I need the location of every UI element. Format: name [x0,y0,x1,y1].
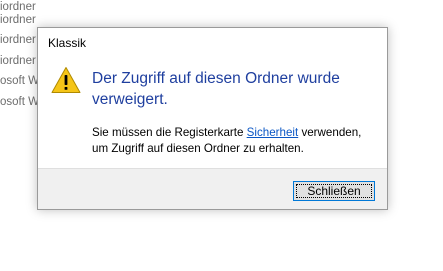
dialog-content: Der Zugriff auf diesen Ordner wurde verw… [38,58,387,168]
main-instruction: Der Zugriff auf diesen Ordner wurde verw… [92,70,340,108]
warning-icon [51,67,81,93]
detail-text-before-link: Sie müssen die Registerkarte [92,126,247,139]
close-button-label: Schließen [307,184,361,198]
dialog-titlebar[interactable]: Klassik [38,28,387,58]
security-tab-link[interactable]: Sicherheit [247,126,299,139]
detail-text: Sie müssen die Registerkarte Sicherheit … [92,125,377,157]
dialog-footer: Schließen [38,168,387,209]
dialog-title: Klassik [48,36,87,50]
access-denied-dialog: Klassik Der Zugriff auf diesen Ordner wu… [37,27,388,210]
close-button[interactable]: Schließen [293,181,375,201]
